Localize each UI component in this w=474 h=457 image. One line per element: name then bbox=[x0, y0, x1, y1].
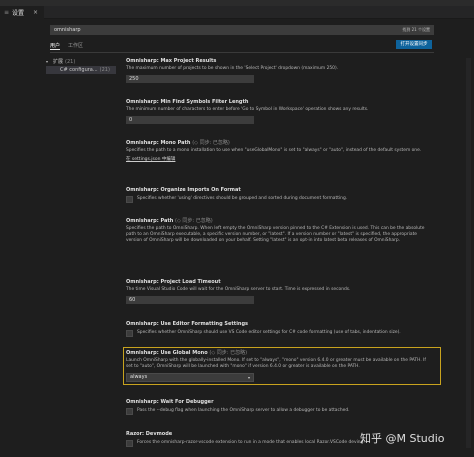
settings-search-box[interactable]: 找到 21 个设置 bbox=[50, 25, 434, 35]
min-find-symbols-filter-length-input[interactable]: 0 bbox=[126, 116, 254, 125]
editor-tab-bar: ≡ 设置 × bbox=[0, 6, 474, 19]
setting-project-load-timeout: Omnisharp: Project Load Timeout The time… bbox=[126, 279, 438, 305]
setting-title: Omnisharp: Path (◇ 同步: 已忽略) bbox=[126, 218, 213, 224]
setting-description: Specifies the path to a mono installatio… bbox=[126, 148, 422, 153]
setting-description: The maximum number of projects to be sho… bbox=[126, 66, 339, 71]
select-value: always bbox=[130, 374, 148, 381]
project-load-timeout-input[interactable]: 60 bbox=[126, 296, 254, 305]
divider bbox=[50, 52, 434, 53]
open-settings-sync-button[interactable]: 打开设置同步 bbox=[396, 40, 432, 49]
chevron-down-icon: ▾ bbox=[247, 375, 250, 381]
setting-path: Omnisharp: Path (◇ 同步: 已忽略) Specifies th… bbox=[126, 218, 438, 245]
setting-description: Specifies the path to OmniSharp. When le… bbox=[126, 226, 425, 244]
setting-description: Specifies whether OmniSharp should use V… bbox=[137, 330, 401, 335]
setting-description: The minimum number of characters to ente… bbox=[126, 107, 369, 112]
max-project-results-input[interactable]: 250 bbox=[126, 75, 254, 84]
tab-settings[interactable]: ≡ 设置 × bbox=[0, 6, 44, 19]
tab-label: 设置 bbox=[12, 10, 25, 17]
toc-count: (21) bbox=[65, 59, 76, 65]
setting-description: Specifies whether 'using' directives sho… bbox=[137, 196, 348, 201]
search-input[interactable] bbox=[54, 26, 304, 34]
toc-item-csharp-configuration[interactable]: C# configura... (21) bbox=[46, 66, 116, 74]
setting-title: Omnisharp: Mono Path (◇ 同步: 已忽略) bbox=[126, 140, 230, 146]
edit-in-settings-json-link[interactable]: 在 settings.json 中编辑 bbox=[126, 157, 438, 163]
setting-title: Omnisharp: Organize Imports On Format bbox=[126, 187, 241, 193]
setting-use-global-mono: Omnisharp: Use Global Mono (◇ 同步: 已忽略) L… bbox=[123, 346, 441, 386]
setting-title: Omnisharp: Min Find Symbols Filter Lengt… bbox=[126, 99, 249, 105]
toc-count: (21) bbox=[99, 67, 110, 73]
setting-organize-imports-on-format: Omnisharp: Organize Imports On Format Sp… bbox=[126, 187, 438, 203]
checkbox-row: Pass the --debug flag when launching the… bbox=[126, 408, 438, 415]
toc-label: C# configura... bbox=[60, 67, 98, 73]
setting-title: Omnisharp: Use Editor Formatting Setting… bbox=[126, 321, 249, 327]
tab-user[interactable]: 用户 bbox=[50, 40, 61, 50]
scope-tabs: 用户 工作区 bbox=[50, 40, 83, 52]
sync-ignored-label: (◇ 同步: 已忽略) bbox=[192, 140, 230, 146]
checkbox-row: Specifies whether OmniSharp should use V… bbox=[126, 330, 438, 337]
sync-ignored-label: (◇ 同步: 已忽略) bbox=[209, 350, 248, 356]
search-result-count: 找到 21 个设置 bbox=[402, 27, 430, 32]
setting-min-find-symbols-filter-length: Omnisharp: Min Find Symbols Filter Lengt… bbox=[126, 99, 438, 125]
settings-toc: ▾ 扩展 (21) C# configura... (21) bbox=[46, 58, 116, 74]
razor-devmode-checkbox[interactable] bbox=[126, 440, 133, 447]
setting-title: Omnisharp: Wait For Debugger bbox=[126, 399, 214, 405]
watermark: 知乎 @M Studio bbox=[360, 432, 445, 445]
use-editor-formatting-checkbox[interactable] bbox=[126, 330, 133, 337]
setting-max-project-results: Omnisharp: Max Project Results The maxim… bbox=[126, 58, 438, 84]
setting-title: Omnisharp: Use Global Mono (◇ 同步: 已忽略) bbox=[126, 350, 248, 356]
sync-ignored-label: (◇ 同步: 已忽略) bbox=[175, 218, 213, 224]
setting-wait-for-debugger: Omnisharp: Wait For Debugger Pass the --… bbox=[126, 399, 438, 415]
organize-imports-checkbox[interactable] bbox=[126, 196, 133, 203]
use-global-mono-select[interactable]: always ▾ bbox=[126, 373, 254, 383]
scrollbar[interactable] bbox=[466, 58, 471, 448]
setting-title: Omnisharp: Project Load Timeout bbox=[126, 279, 221, 285]
setting-title: Omnisharp: Max Project Results bbox=[126, 58, 217, 64]
setting-description: Pass the --debug flag when launching the… bbox=[137, 408, 350, 413]
toc-item-extensions[interactable]: ▾ 扩展 (21) bbox=[46, 58, 116, 66]
close-icon[interactable]: × bbox=[33, 9, 38, 16]
checkbox-row: Specifies whether 'using' directives sho… bbox=[126, 196, 438, 203]
setting-mono-path: Omnisharp: Mono Path (◇ 同步: 已忽略) Specifi… bbox=[126, 140, 438, 163]
setting-use-editor-formatting-settings: Omnisharp: Use Editor Formatting Setting… bbox=[126, 321, 438, 337]
settings-icon: ≡ bbox=[4, 9, 10, 16]
chevron-down-icon: ▾ bbox=[46, 59, 49, 64]
setting-description: The time Visual Studio Code will wait fo… bbox=[126, 287, 351, 292]
setting-description: Launch OmniSharp with the globally-insta… bbox=[126, 358, 426, 370]
tab-workspace[interactable]: 工作区 bbox=[68, 40, 83, 50]
wait-for-debugger-checkbox[interactable] bbox=[126, 408, 133, 415]
toc-label: 扩展 bbox=[53, 59, 64, 65]
